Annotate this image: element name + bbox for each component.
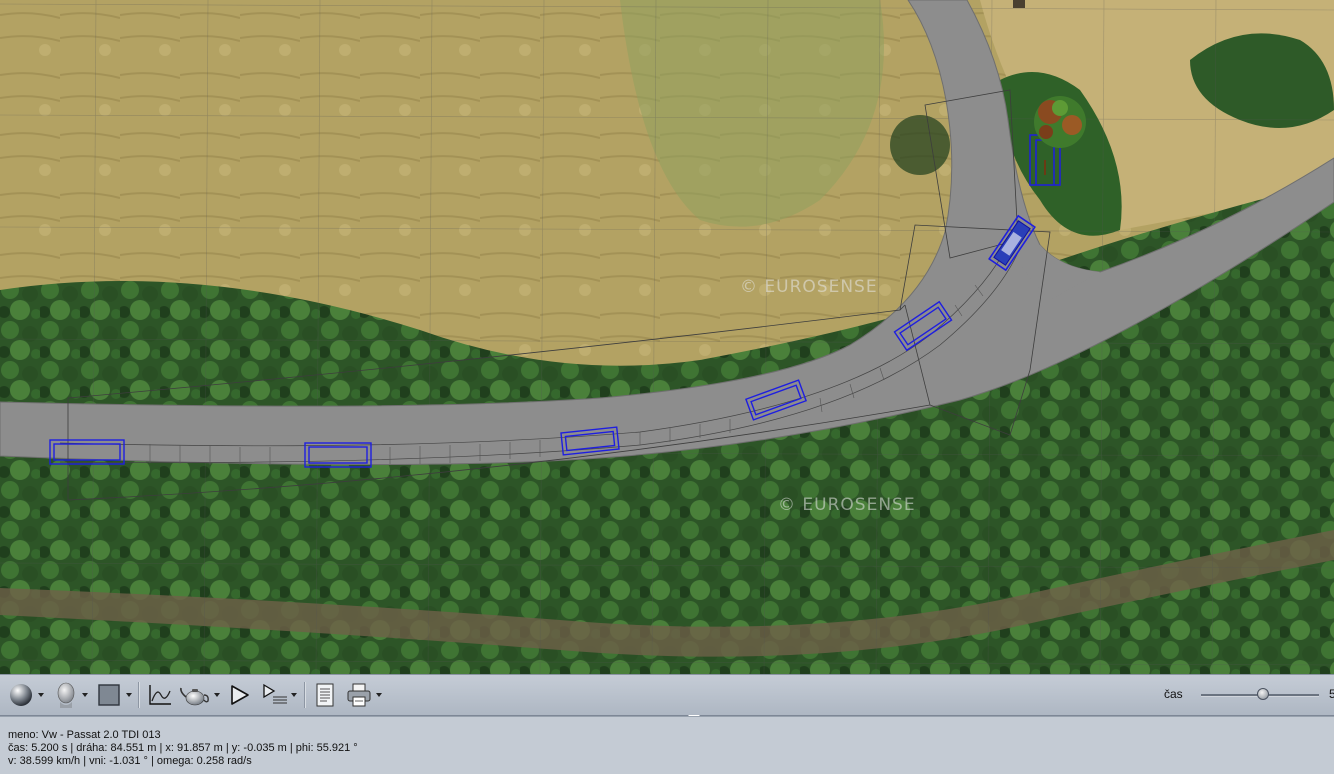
- driver-head-icon[interactable]: [52, 681, 80, 709]
- tree-shadow: [890, 115, 950, 175]
- document-icon[interactable]: [312, 681, 338, 709]
- eurosense-watermark: © EUROSENSE: [740, 277, 878, 297]
- toolbar-separator: [138, 682, 140, 708]
- time-slider-thumb[interactable]: [1257, 688, 1269, 700]
- simulation-viewport[interactable]: © EUROSENSE © EUROSENSE: [0, 0, 1334, 674]
- view-sphere-icon[interactable]: [8, 681, 34, 709]
- status-vehicle-name: meno: Vw - Passat 2.0 TDI 013: [8, 729, 161, 741]
- status-velocity: v: 38.599 km/h | vni: -1.031 ° | omega: …: [8, 755, 252, 767]
- time-label: čas: [1164, 687, 1183, 701]
- eurosense-watermark: © EUROSENSE: [778, 495, 916, 515]
- hay-bale: [1013, 0, 1025, 8]
- square-frame-icon[interactable]: [96, 681, 122, 709]
- teapot-icon[interactable]: [178, 681, 212, 709]
- graph-icon[interactable]: [146, 681, 174, 709]
- play-icon[interactable]: [226, 681, 252, 709]
- status-position: čas: 5.200 s | dráha: 84.551 m | x: 91.8…: [8, 742, 358, 754]
- toolbar-separator: [304, 682, 306, 708]
- chevron-down-icon[interactable]: [82, 693, 88, 697]
- chevron-down-icon[interactable]: [376, 693, 382, 697]
- chevron-down-icon[interactable]: [38, 693, 44, 697]
- play-steps-icon[interactable]: [260, 681, 290, 709]
- status-panel: meno: Vw - Passat 2.0 TDI 013 čas: 5.200…: [0, 716, 1334, 774]
- time-value: 5: [1329, 687, 1334, 701]
- chevron-down-icon[interactable]: [214, 693, 220, 697]
- chevron-down-icon[interactable]: [291, 693, 297, 697]
- chevron-down-icon[interactable]: [126, 693, 132, 697]
- aerial-map[interactable]: © EUROSENSE © EUROSENSE: [0, 0, 1334, 674]
- printer-icon[interactable]: [344, 681, 374, 709]
- toolbar: čas 5: [0, 674, 1334, 716]
